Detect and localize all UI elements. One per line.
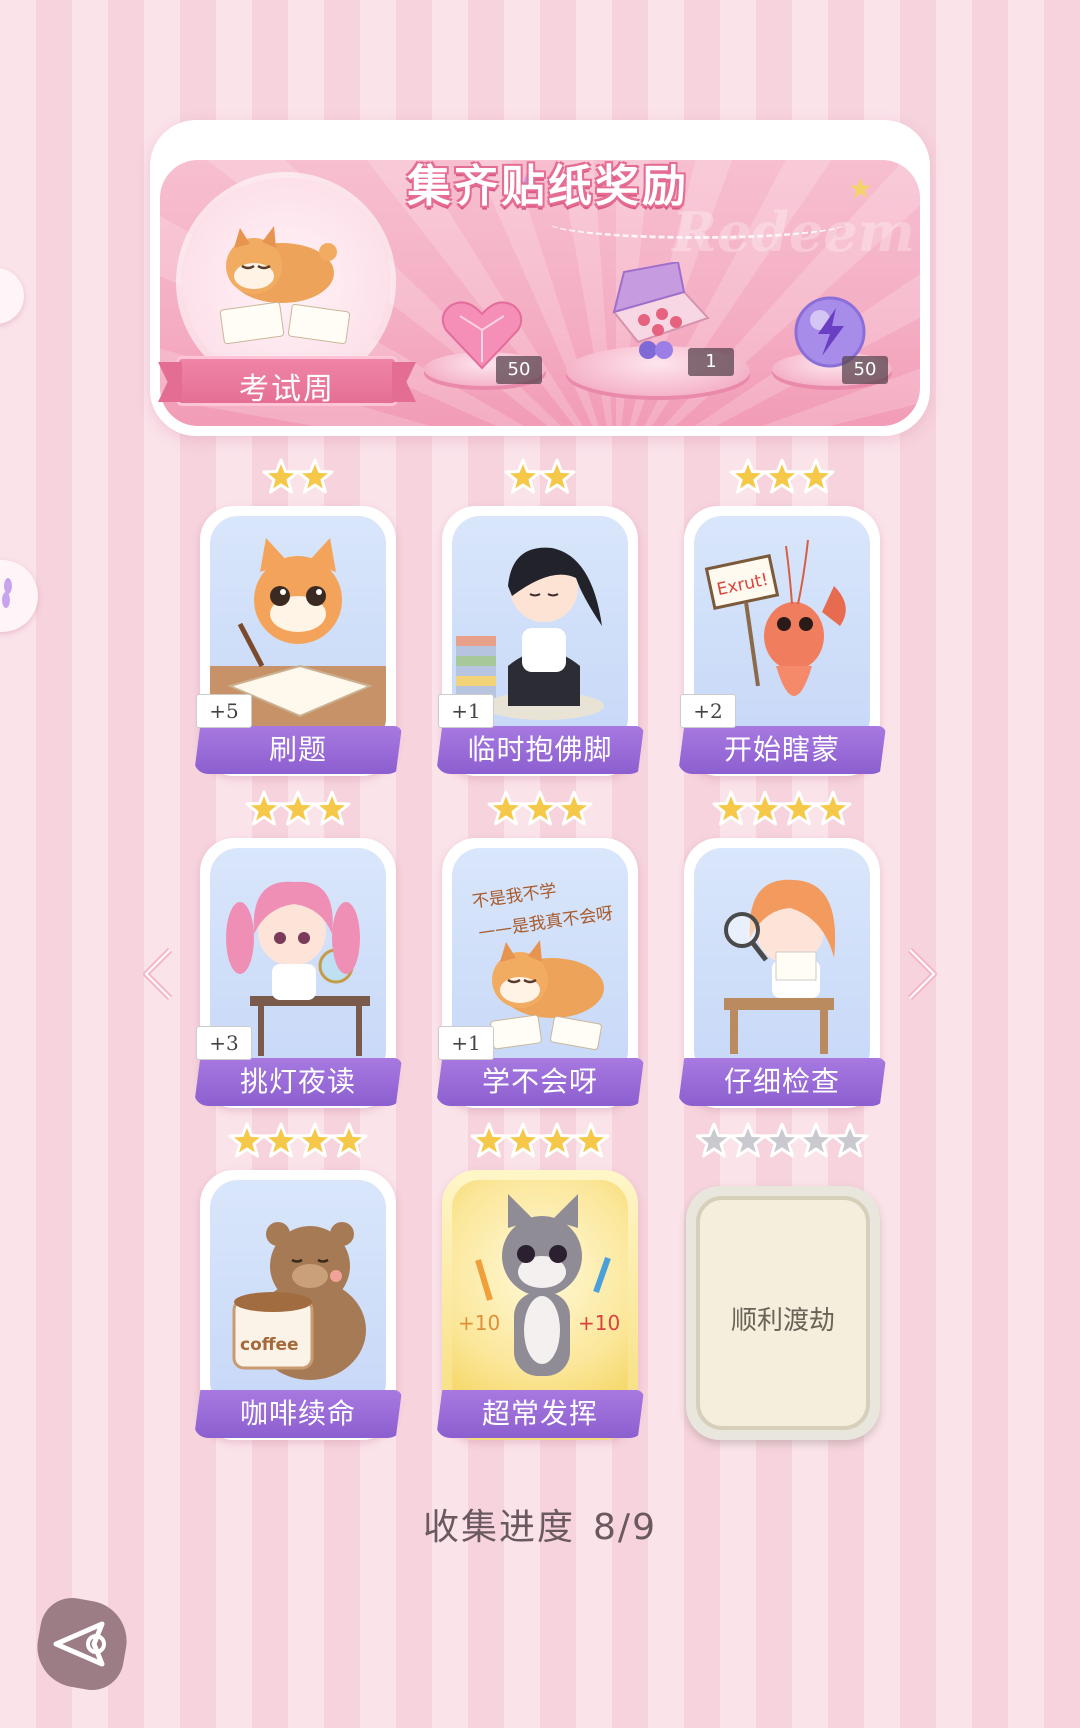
star-icon [470,1122,508,1158]
card-label: 学不会呀 [436,1058,644,1106]
card-label: 仔细检查 [678,1058,886,1106]
card-label: 刷题 [194,726,402,774]
star-icon [729,458,767,494]
theme-ribbon: 考试周 [176,356,398,407]
flower-icon [2,578,12,608]
card-bonus-badge: +5 [196,694,252,728]
banner-watermark: Redeem [672,200,915,264]
star-icon [521,790,559,826]
star-icon [296,1122,334,1158]
sticker-card[interactable]: 不是我不学 ——是我真不会呀 学不会呀 +1 [436,838,644,1108]
star-rating [245,790,351,828]
svg-text:+10: +10 [458,1311,500,1335]
star-icon [538,1122,576,1158]
svg-text:coffee: coffee [240,1335,299,1355]
card-label: 顺利渡劫 [730,1306,835,1336]
star-icon [487,790,525,826]
star-icon [763,458,801,494]
svg-text:——是我真不会呀: ——是我真不会呀 [477,904,614,943]
card-art: +10 +10 [452,1180,628,1410]
star-rating [695,1122,869,1160]
card-art [694,848,870,1078]
star-rating [262,458,334,496]
locked-sticker-card[interactable]: 顺利渡劫 [686,1186,880,1440]
progress-label: 收集进度 [423,1507,576,1548]
banner-title: 集齐贴纸奖励 [407,161,689,212]
card-bonus-badge: +1 [438,694,494,728]
sticker-card[interactable]: +10 +10 超常发挥 [436,1170,644,1440]
prev-page-arrow[interactable] [138,944,178,1004]
star-icon [504,458,542,494]
back-arrow-icon [53,1621,106,1667]
star-icon [763,1122,801,1158]
edge-avatar-bubble[interactable] [0,268,24,324]
sticker-card[interactable]: coffee 咖啡续命 [194,1170,402,1440]
star-icon [330,1122,368,1158]
card-bonus-badge: +3 [196,1026,252,1060]
card-art: coffee [210,1180,386,1410]
edge-flower-bubble[interactable] [0,560,38,632]
star-icon [746,790,784,826]
coffee-bear-icon: coffee [232,1222,366,1380]
progress-value: 8/9 [593,1507,657,1548]
star-icon [831,1122,869,1158]
next-page-arrow[interactable] [902,944,942,1004]
star-rating [487,790,593,828]
back-button[interactable] [31,1593,133,1695]
gold-star-icon: ★ [848,172,874,205]
star-icon [814,790,852,826]
star-icon [262,1122,300,1158]
magnifier-girl-icon [724,879,836,1054]
star-icon [279,790,317,826]
star-icon [504,1122,542,1158]
sticker-card[interactable]: 刷题 +5 [194,506,402,776]
theme-label: 考试周 [239,372,335,407]
card-label: 临时抱佛脚 [436,726,644,774]
card-label: 咖啡续命 [194,1390,402,1438]
card-label: 超常发挥 [436,1390,644,1438]
star-icon [797,1122,835,1158]
star-rating [228,1122,368,1160]
star-icon [245,790,283,826]
gift-box-icon[interactable] [604,262,714,362]
star-icon [538,458,576,494]
svg-text:不是我不学: 不是我不学 [471,881,558,913]
star-icon [313,790,351,826]
star-icon [712,790,750,826]
reward-count: 50 [842,356,888,384]
sleeping-shiba-icon [219,226,351,345]
star-icon [572,1122,610,1158]
star-rating [712,790,852,828]
star-rating [729,458,835,496]
star-icon [228,1122,266,1158]
star-icon [797,458,835,494]
star-rating [504,458,576,496]
star-icon [695,1122,733,1158]
star-icon [555,790,593,826]
star-icon [780,790,818,826]
sticker-card[interactable]: 临时抱佛脚 +1 [436,506,644,776]
sticker-card[interactable]: Exrut! 开始瞎蒙 +2 [678,506,886,776]
cheering-cat-icon: +10 +10 [458,1194,620,1376]
star-rating [470,1122,610,1160]
reward-count: 50 [496,356,542,384]
star-icon [296,458,334,494]
card-bonus-badge: +1 [438,1026,494,1060]
svg-text:+10: +10 [578,1311,620,1335]
sticker-card[interactable]: 挑灯夜读 +3 [194,838,402,1108]
sticker-card[interactable]: 仔细检查 [678,838,886,1108]
star-icon [729,1122,767,1158]
star-icon [262,458,300,494]
card-bonus-badge: +2 [680,694,736,728]
collection-progress: 收集进度 8/9 [0,1498,1080,1550]
card-label: 挑灯夜读 [194,1058,402,1106]
theme-badge[interactable] [182,178,390,386]
card-label: 开始瞎蒙 [678,726,886,774]
reward-count: 1 [688,348,734,376]
